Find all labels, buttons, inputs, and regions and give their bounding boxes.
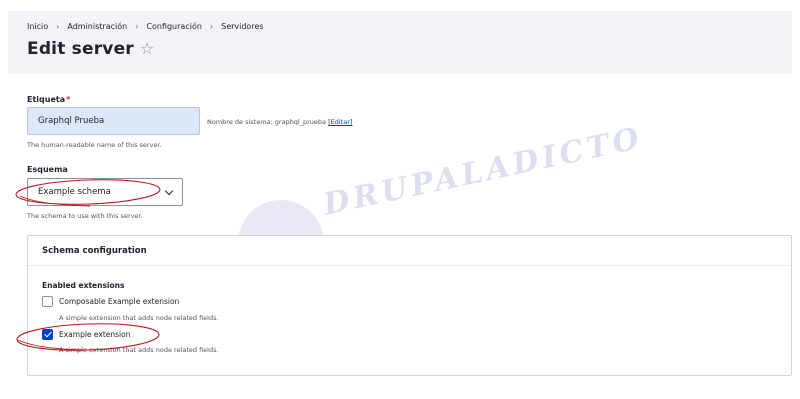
extension-description: A simple extension that adds node relate… <box>59 346 219 354</box>
required-marker: * <box>66 95 71 104</box>
extension-description: A simple extension that adds node relate… <box>59 314 219 322</box>
breadcrumb: Inicio › Administración › Configuración … <box>27 22 264 31</box>
breadcrumb-servidores[interactable]: Servidores <box>221 22 263 31</box>
enabled-extensions-label: Enabled extensions <box>42 281 125 290</box>
breadcrumb-inicio[interactable]: Inicio <box>27 22 48 31</box>
fieldset-divider <box>28 265 791 266</box>
schema-field-description: The schema to use with this server. <box>27 212 143 220</box>
page-title-text: Edit server <box>27 39 134 59</box>
machine-name-text: Nombre de sistema: graphql_prueba <box>207 118 329 126</box>
label-field-description: The human-readable name of this server. <box>27 141 162 149</box>
page-title: Edit server ☆ <box>27 39 154 59</box>
schema-field-label: Esquema <box>27 165 68 174</box>
label-input-value: Graphql Prueba <box>38 116 105 126</box>
breadcrumb-separator: › <box>56 22 60 31</box>
composable-extension-checkbox[interactable] <box>42 296 53 307</box>
schema-select[interactable]: Example schema <box>27 178 183 206</box>
machine-name: Nombre de sistema: graphql_prueba [Edita… <box>207 118 352 126</box>
chevron-down-icon <box>164 186 174 195</box>
breadcrumb-separator: › <box>135 22 139 31</box>
label-input[interactable]: Graphql Prueba <box>27 107 200 135</box>
example-extension-checkbox[interactable] <box>42 329 53 340</box>
extension-label: Composable Example extension <box>59 297 180 306</box>
extension-label: Example extension <box>59 330 131 339</box>
schema-select-value: Example schema <box>38 187 111 197</box>
extension-composable[interactable]: Composable Example extension <box>42 296 179 307</box>
machine-name-edit-link[interactable]: [Editar] <box>328 118 352 126</box>
schema-configuration-fieldset: Schema configuration Enabled extensions … <box>27 235 792 376</box>
page-header: Inicio › Administración › Configuración … <box>8 11 792 74</box>
label-field-label-text: Etiqueta <box>27 95 66 104</box>
breadcrumb-configuracion[interactable]: Configuración <box>146 22 202 31</box>
fieldset-title: Schema configuration <box>42 246 147 256</box>
star-icon[interactable]: ☆ <box>140 39 155 58</box>
breadcrumb-separator: › <box>209 22 214 31</box>
watermark-text: DRUPALADICTO <box>320 120 647 223</box>
breadcrumb-administracion[interactable]: Administración <box>67 22 127 31</box>
extension-example[interactable]: Example extension <box>42 329 130 340</box>
label-field-label: Etiqueta* <box>27 95 70 104</box>
